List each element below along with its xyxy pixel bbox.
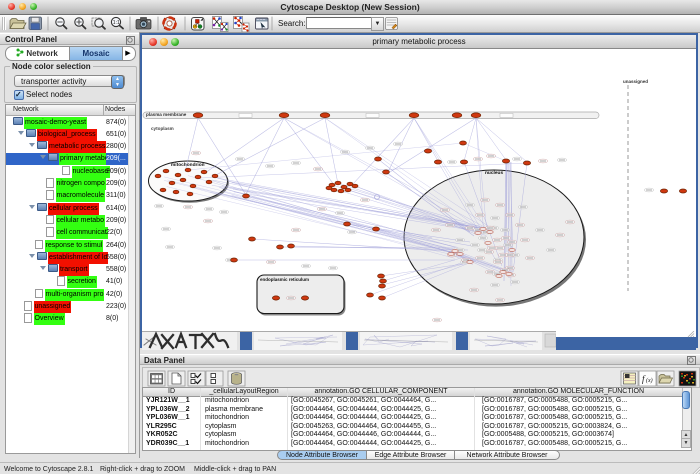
- svg-text:unassigned: unassigned: [623, 79, 648, 84]
- svg-text:cytoplasm: cytoplasm: [151, 126, 174, 131]
- svg-text:endoplasmic reticulum: endoplasmic reticulum: [260, 277, 309, 282]
- svg-text:1:1: 1:1: [113, 20, 120, 26]
- svg-text:nucleus: nucleus: [485, 170, 503, 176]
- svg-text:plasma membrane: plasma membrane: [146, 112, 187, 117]
- svg-text:(x): (x): [646, 377, 653, 384]
- svg-text:mitochondrion: mitochondrion: [171, 162, 205, 168]
